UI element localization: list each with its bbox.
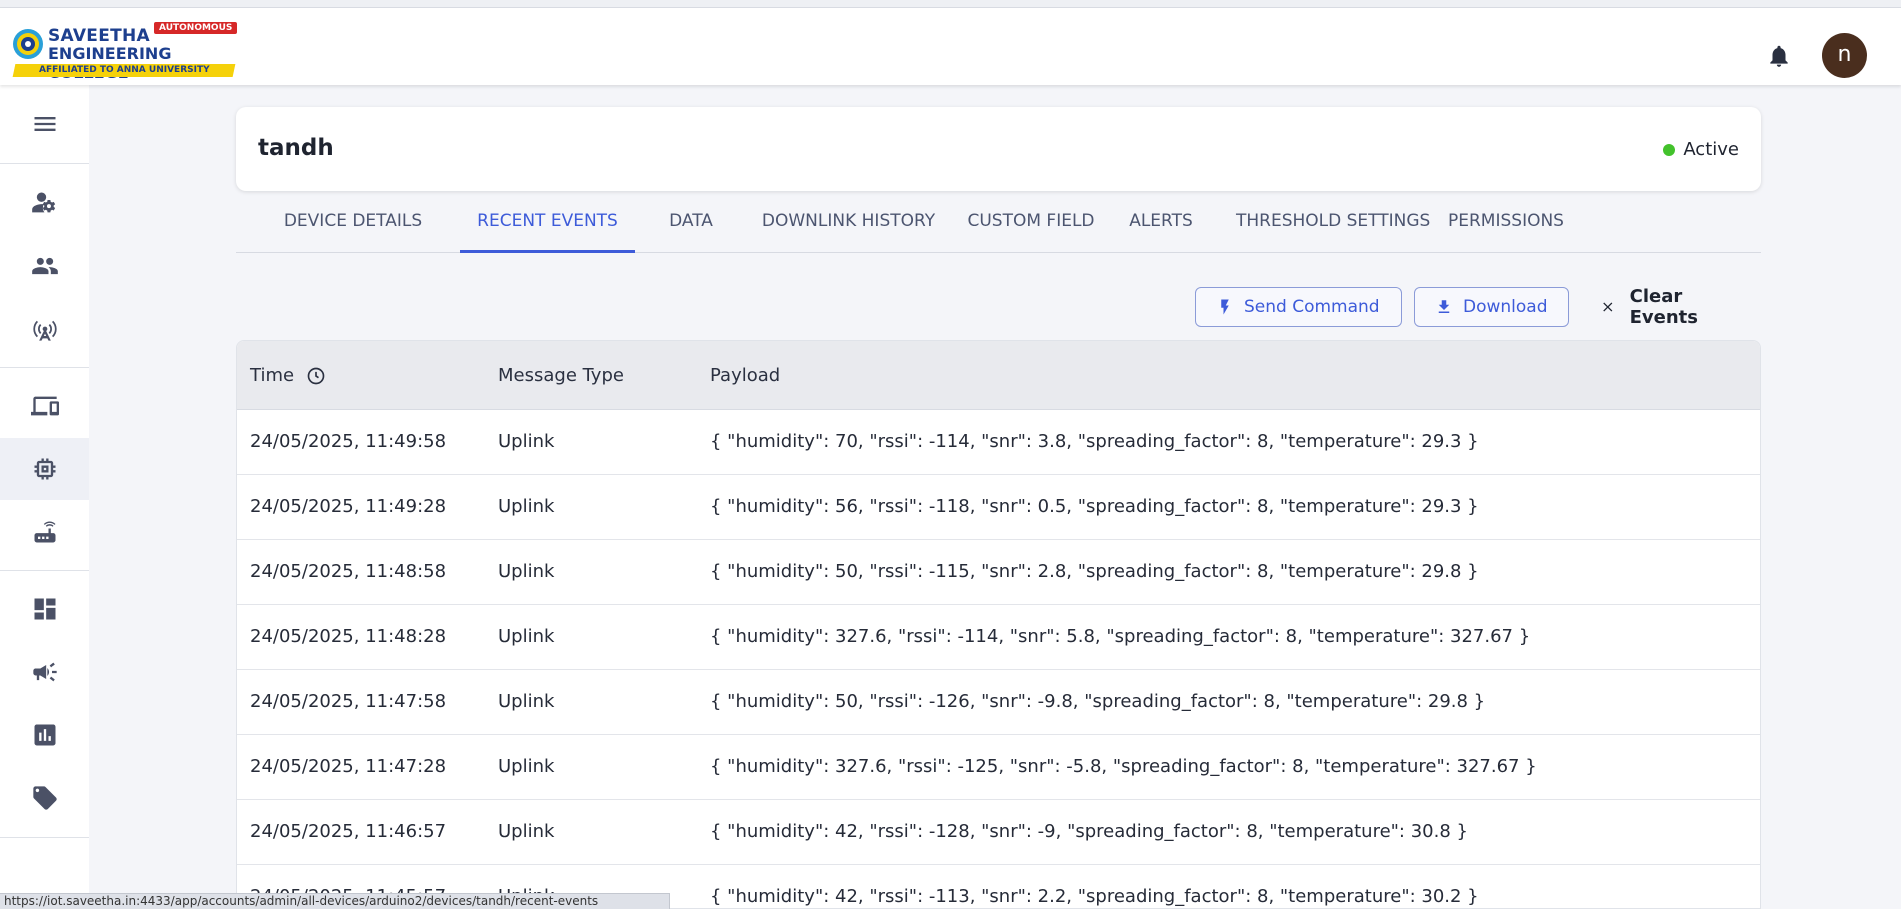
- cell-payload: { "humidity": 70, "rssi": -114, "snr": 3…: [710, 431, 1479, 452]
- logo-badge: AUTONOMOUS: [154, 22, 238, 34]
- emblem-icon: [13, 29, 43, 59]
- sidebar-divider: [0, 163, 89, 164]
- device-header-card: tandh Active: [236, 107, 1761, 191]
- sidebar-divider: [0, 367, 89, 368]
- events-table: Time Message Type Payload 24/05/2025, 11…: [236, 340, 1761, 909]
- app-header: SAVEETHA AUTONOMOUS ENGINEERING COLLEGE …: [0, 8, 1901, 85]
- device-name: tandh: [258, 135, 334, 161]
- cell-payload: { "humidity": 327.6, "rssi": -125, "snr"…: [710, 756, 1537, 777]
- bar-chart-icon[interactable]: [0, 704, 89, 766]
- dashboard-icon[interactable]: [0, 578, 89, 640]
- cell-time: 24/05/2025, 11:49:58: [250, 431, 447, 452]
- download-button[interactable]: Download: [1414, 287, 1569, 327]
- cell-message-type: Uplink: [498, 431, 555, 452]
- cell-message-type: Uplink: [498, 496, 555, 517]
- college-logo[interactable]: SAVEETHA AUTONOMOUS ENGINEERING COLLEGE …: [12, 20, 238, 82]
- cell-message-type: Uplink: [498, 691, 555, 712]
- browser-top-edge: [0, 0, 1901, 8]
- sidebar-divider: [0, 570, 89, 571]
- close-icon: [1603, 302, 1613, 312]
- logo-strip: AFFILIATED TO ANNA UNIVERSITY: [12, 64, 236, 77]
- column-header-time[interactable]: Time: [250, 365, 326, 386]
- cell-time: 24/05/2025, 11:46:57: [250, 821, 447, 842]
- cell-payload: { "humidity": 42, "rssi": -113, "snr": 2…: [710, 886, 1479, 907]
- cell-message-type: Uplink: [498, 756, 555, 777]
- table-row[interactable]: 24/05/2025, 11:48:28 Uplink { "humidity": …: [237, 605, 1760, 670]
- clock-icon[interactable]: [306, 366, 326, 386]
- tab-alerts[interactable]: ALERTS: [1126, 201, 1196, 253]
- table-row[interactable]: 24/05/2025, 11:47:58 Uplink { "humidity": …: [237, 670, 1760, 735]
- tab-permissions[interactable]: PERMISSIONS: [1446, 201, 1566, 253]
- cell-message-type: Uplink: [498, 626, 555, 647]
- status-label: Active: [1683, 139, 1739, 160]
- bell-icon[interactable]: [1766, 42, 1792, 70]
- cell-payload: { "humidity": 50, "rssi": -115, "snr": 2…: [710, 561, 1479, 582]
- table-row[interactable]: 24/05/2025, 11:46:57 Uplink { "humidity": …: [237, 800, 1760, 865]
- cell-time: 24/05/2025, 11:47:28: [250, 756, 447, 777]
- cell-payload: { "humidity": 56, "rssi": -118, "snr": 0…: [710, 496, 1479, 517]
- sidebar-divider: [0, 837, 89, 838]
- table-row[interactable]: 24/05/2025, 11:49:58 Uplink { "humidity": …: [237, 410, 1760, 475]
- cell-time: 24/05/2025, 11:47:58: [250, 691, 447, 712]
- logo-text-line1: SAVEETHA: [48, 26, 151, 46]
- table-row[interactable]: 24/05/2025, 11:48:58 Uplink { "humidity": …: [237, 540, 1760, 605]
- cell-time: 24/05/2025, 11:48:28: [250, 626, 447, 647]
- router-icon[interactable]: [0, 501, 89, 563]
- tag-icon[interactable]: [0, 767, 89, 829]
- menu-icon[interactable]: [0, 93, 89, 155]
- status-dot: [1663, 143, 1676, 156]
- users-icon[interactable]: [0, 235, 89, 297]
- cell-payload: { "humidity": 327.6, "rssi": -114, "snr"…: [710, 626, 1531, 647]
- cell-time: 24/05/2025, 11:49:28: [250, 496, 447, 517]
- cell-payload: { "humidity": 42, "rssi": -128, "snr": -…: [710, 821, 1468, 842]
- browser-status-url: https://iot.saveetha.in:4433/app/account…: [0, 893, 670, 909]
- devices-icon[interactable]: [0, 375, 89, 437]
- table-header: Time Message Type Payload: [237, 341, 1760, 410]
- status-badge: Active: [1663, 139, 1739, 160]
- tab-bar: DEVICE DETAILS RECENT EVENTS DATA DOWNLI…: [236, 201, 1761, 253]
- megaphone-icon[interactable]: [0, 641, 89, 703]
- tab-recent-events[interactable]: RECENT EVENTS: [460, 201, 635, 253]
- tab-data[interactable]: DATA: [656, 201, 726, 253]
- avatar[interactable]: n: [1822, 33, 1867, 78]
- tab-custom-field[interactable]: CUSTOM FIELD: [966, 201, 1096, 253]
- cell-time: 24/05/2025, 11:48:58: [250, 561, 447, 582]
- user-settings-icon[interactable]: [0, 172, 89, 234]
- send-command-button[interactable]: Send Command: [1195, 287, 1402, 327]
- table-row[interactable]: 24/05/2025, 11:47:28 Uplink { "humidity": …: [237, 735, 1760, 800]
- download-icon: [1438, 300, 1450, 313]
- cell-payload: { "humidity": 50, "rssi": -126, "snr": -…: [710, 691, 1486, 712]
- chip-icon[interactable]: [0, 438, 89, 500]
- bolt-icon: [1221, 299, 1229, 315]
- tab-device-details[interactable]: DEVICE DETAILS: [276, 201, 430, 253]
- tab-downlink-history[interactable]: DOWNLINK HISTORY: [756, 201, 941, 253]
- antenna-icon[interactable]: [0, 298, 89, 360]
- cell-message-type: Uplink: [498, 821, 555, 842]
- clear-events-button[interactable]: Clear Events: [1580, 286, 1760, 328]
- column-header-message-type: Message Type: [498, 365, 624, 386]
- tab-threshold-settings[interactable]: THRESHOLD SETTINGS: [1236, 201, 1430, 253]
- column-header-payload: Payload: [710, 365, 781, 386]
- cell-message-type: Uplink: [498, 561, 555, 582]
- table-row[interactable]: 24/05/2025, 11:49:28 Uplink { "humidity": …: [237, 475, 1760, 540]
- sidebar: [0, 85, 89, 909]
